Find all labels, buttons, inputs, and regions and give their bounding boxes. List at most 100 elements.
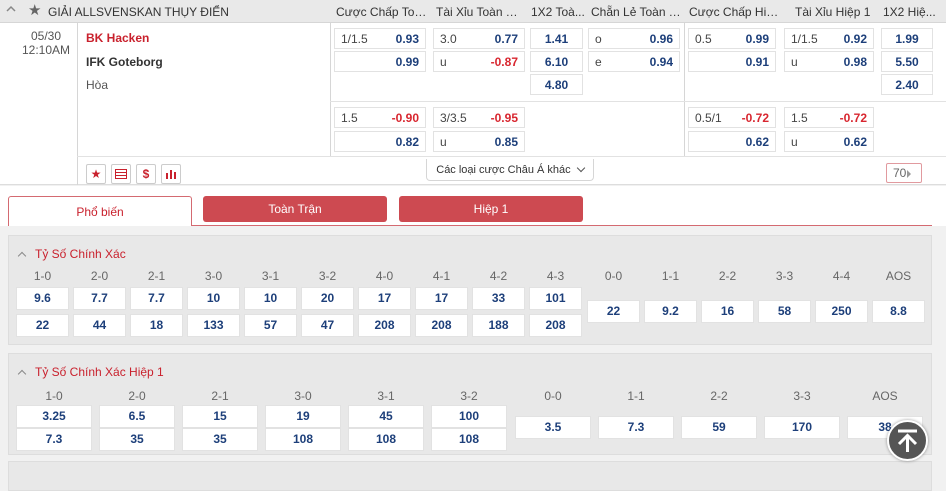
- score-odds-away[interactable]: 57: [244, 314, 297, 337]
- total-line: 1.5: [791, 111, 808, 125]
- score-odds-away[interactable]: 44: [73, 314, 126, 337]
- score-odds-home[interactable]: 17: [415, 287, 468, 310]
- odds-value: 1.99: [895, 32, 919, 46]
- score-odds-away[interactable]: 108: [431, 428, 507, 451]
- next-panel: [8, 461, 932, 491]
- odds-ah-ft-home[interactable]: 1/1.5 0.93: [334, 28, 426, 49]
- score-odds-away[interactable]: 35: [99, 428, 175, 451]
- odds-ah-h1-away[interactable]: 0.91: [688, 51, 776, 72]
- score-odds-home[interactable]: 15: [182, 405, 258, 428]
- odds-value: 0.93: [395, 32, 419, 46]
- draw-score-odds[interactable]: 8.8: [872, 300, 925, 323]
- score-odds-away[interactable]: 208: [415, 314, 468, 337]
- score-odds-home[interactable]: 3.25: [16, 405, 92, 428]
- odds-1x2-h1-home[interactable]: 1.99: [881, 28, 933, 49]
- score-odds-home[interactable]: 100: [431, 405, 507, 428]
- scroll-to-top-button[interactable]: [887, 420, 928, 461]
- market-tabs: Phổ biến Toàn Trận Hiệp 1: [0, 186, 946, 226]
- panel-header[interactable]: Tỷ Số Chính Xác Hiệp 1: [17, 365, 164, 379]
- score-odds-away[interactable]: 208: [529, 314, 582, 337]
- league-title: GIẢI ALLSVENSKAN THỤY ĐIỂN: [48, 5, 229, 19]
- score-odds-home[interactable]: 7.7: [73, 287, 126, 310]
- score-odds-away[interactable]: 208: [358, 314, 411, 337]
- draw-score-label: 2-2: [718, 269, 737, 283]
- odds-ou-h1-under[interactable]: u 0.98: [784, 51, 874, 72]
- score-odds-away[interactable]: 35: [182, 428, 258, 451]
- odds-ou-h1-alt-under[interactable]: u 0.62: [784, 131, 874, 152]
- odds-1x2-h1-away[interactable]: 5.50: [881, 51, 933, 72]
- draw-score-odds[interactable]: 7.3: [598, 416, 674, 439]
- score-odds-home[interactable]: 45: [348, 405, 424, 428]
- score-odds-away[interactable]: 7.3: [16, 428, 92, 451]
- odds-1x2-ft-home[interactable]: 1.41: [530, 28, 583, 49]
- chevron-up-icon: [17, 369, 27, 379]
- odds-value: 0.96: [649, 32, 673, 46]
- draw-score-odds[interactable]: 3.5: [515, 416, 591, 439]
- stats-table-icon[interactable]: [111, 164, 131, 184]
- odds-1x2-ft-draw[interactable]: 4.80: [530, 74, 583, 95]
- draw-score-label: 1-1: [661, 269, 680, 283]
- score-label: 3-1: [377, 389, 395, 403]
- odds-ah-h1-home[interactable]: 0.5 0.99: [688, 28, 776, 49]
- odds-oe-ft-even[interactable]: e 0.94: [588, 51, 680, 72]
- score-odds-away[interactable]: 133: [187, 314, 240, 337]
- score-odds-home[interactable]: 20: [301, 287, 354, 310]
- odds-ah-h1-alt-away[interactable]: 0.62: [688, 131, 776, 152]
- odds-oe-ft-odd[interactable]: o 0.96: [588, 28, 680, 49]
- draw-score-odds[interactable]: 59: [681, 416, 757, 439]
- draw-score-odds[interactable]: 250: [815, 300, 868, 323]
- dollar-icon[interactable]: $: [136, 164, 156, 184]
- odds-ou-ft-over[interactable]: 3.0 0.77: [433, 28, 525, 49]
- score-odds-home[interactable]: 7.7: [130, 287, 183, 310]
- chevron-up-icon: [17, 251, 27, 261]
- score-odds-home[interactable]: 6.5: [99, 405, 175, 428]
- draw-score-odds[interactable]: 58: [758, 300, 811, 323]
- col-1x2-ft: 1X2 Toà...: [531, 5, 585, 19]
- score-odds-home[interactable]: 10: [187, 287, 240, 310]
- odds-ou-h1-alt-over[interactable]: 1.5 -0.72: [784, 107, 874, 128]
- score-odds-away[interactable]: 18: [130, 314, 183, 337]
- score-odds-away[interactable]: 108: [265, 428, 341, 451]
- tab-half1[interactable]: Hiệp 1: [399, 196, 583, 222]
- score-odds-home[interactable]: 10: [244, 287, 297, 310]
- draw-score-odds[interactable]: 170: [764, 416, 840, 439]
- panel-header[interactable]: Tỷ Số Chính Xác: [17, 247, 126, 261]
- more-markets-count[interactable]: 70: [886, 163, 922, 183]
- score-odds-home[interactable]: 9.6: [16, 287, 69, 310]
- draw-score-odds[interactable]: 9.2: [644, 300, 697, 323]
- tab-full-match[interactable]: Toàn Trận: [203, 196, 387, 222]
- score-odds-away[interactable]: 108: [348, 428, 424, 451]
- col-ou-h1: Tài Xỉu Hiệp 1: [795, 5, 871, 19]
- bar-chart-icon[interactable]: [161, 164, 181, 184]
- col-ou-ft: Tài Xỉu Toàn Trận: [436, 5, 524, 19]
- score-odds-away[interactable]: 188: [472, 314, 525, 337]
- star-icon[interactable]: ★: [28, 2, 41, 20]
- odds-ou-h1-over[interactable]: 1/1.5 0.92: [784, 28, 874, 49]
- score-odds-home[interactable]: 19: [265, 405, 341, 428]
- odds-ah-ft-alt-home[interactable]: 1.5 -0.90: [334, 107, 426, 128]
- score-odds-home[interactable]: 33: [472, 287, 525, 310]
- odds-value: 0.82: [395, 135, 419, 149]
- draw-score-odds[interactable]: 22: [587, 300, 640, 323]
- more-asian-bets-button[interactable]: Các loại cược Châu Á khác: [426, 159, 594, 181]
- score-odds-away[interactable]: 22: [16, 314, 69, 337]
- col-1x2-h1: 1X2 Hiệ...: [883, 5, 936, 19]
- odds-1x2-h1-draw[interactable]: 2.40: [881, 74, 933, 95]
- odds-value: 0.94: [649, 55, 673, 69]
- league-header: ★ GIẢI ALLSVENSKAN THỤY ĐIỂN Cược Chấp T…: [0, 0, 946, 23]
- away-team: IFK Goteborg: [86, 55, 163, 69]
- score-odds-home[interactable]: 17: [358, 287, 411, 310]
- odds-ou-ft-under[interactable]: u -0.87: [433, 51, 525, 72]
- odds-ah-ft-away[interactable]: 0.99: [334, 51, 426, 72]
- draw-score-odds[interactable]: 16: [701, 300, 754, 323]
- score-odds-away[interactable]: 47: [301, 314, 354, 337]
- odds-1x2-ft-away[interactable]: 6.10: [530, 51, 583, 72]
- odds-ah-h1-alt-home[interactable]: 0.5/1 -0.72: [688, 107, 776, 128]
- odds-ou-ft-alt-under[interactable]: u 0.85: [433, 131, 525, 152]
- tab-popular[interactable]: Phổ biến: [8, 196, 192, 226]
- favorite-star-icon[interactable]: ★: [86, 164, 106, 184]
- collapse-icon[interactable]: [6, 4, 16, 14]
- odds-ou-ft-alt-over[interactable]: 3/3.5 -0.95: [433, 107, 525, 128]
- odds-ah-ft-alt-away[interactable]: 0.82: [334, 131, 426, 152]
- score-odds-home[interactable]: 101: [529, 287, 582, 310]
